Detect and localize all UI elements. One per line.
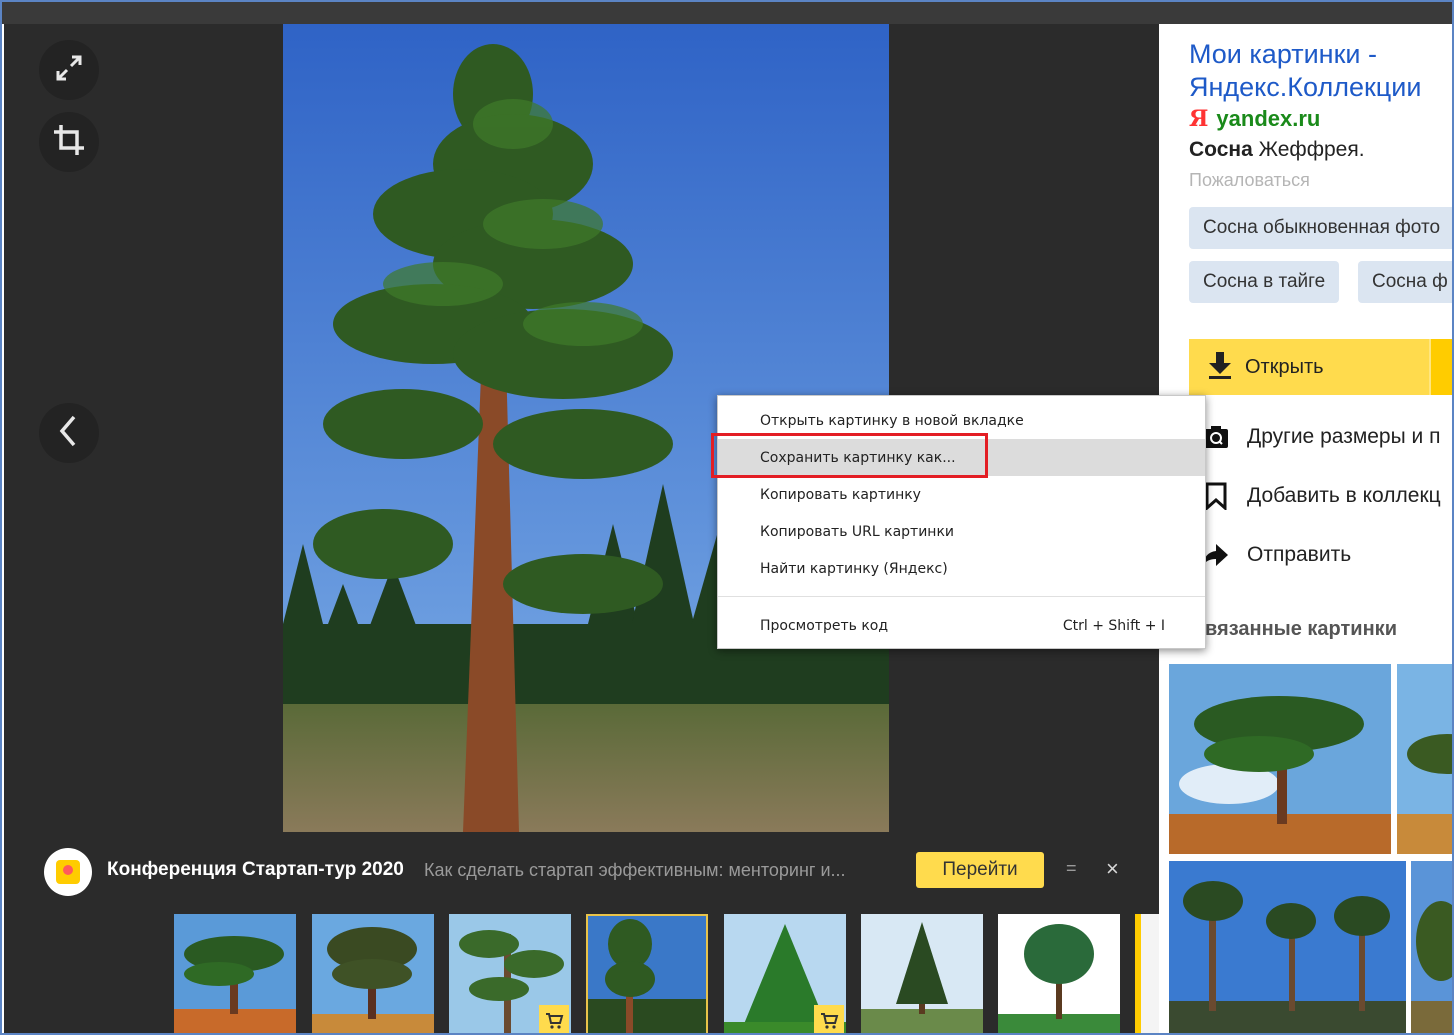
yandex-logo-icon: Я <box>1189 106 1209 132</box>
description-bold: Сосна <box>1189 138 1253 161</box>
crop-icon <box>51 122 87 163</box>
ctx-copy-image-url[interactable]: Копировать URL картинки <box>718 513 1205 550</box>
chevron-left-icon <box>54 413 84 454</box>
crop-button[interactable] <box>39 112 99 172</box>
related-image[interactable] <box>1169 664 1391 854</box>
related-image[interactable] <box>1397 664 1452 854</box>
add-to-collection-button[interactable]: Добавить в коллекц <box>1201 481 1441 511</box>
tag-chip[interactable]: Сосна ф <box>1358 261 1452 303</box>
complain-link[interactable]: Пожаловаться <box>1189 170 1310 191</box>
thumbnail-item[interactable] <box>174 914 296 1033</box>
thumbnail-item[interactable] <box>1135 914 1159 1033</box>
previous-image-button[interactable] <box>39 403 99 463</box>
action-label: Отправить <box>1247 543 1352 566</box>
ctx-open-in-new-tab[interactable]: Открыть картинку в новой вкладке <box>718 402 1205 439</box>
action-label: Добавить в коллекц <box>1247 484 1441 507</box>
ctx-inspect[interactable]: Просмотреть код Ctrl + Shift + I <box>718 607 1205 644</box>
ad-title[interactable]: Конференция Стартап-тур 2020 <box>107 859 404 881</box>
thumbnail-item[interactable] <box>724 914 846 1033</box>
tag-chip[interactable]: Сосна обыкновенная фото <box>1189 207 1452 249</box>
ctx-save-image-as[interactable]: Сохранить картинку как... <box>718 439 1205 476</box>
related-image[interactable] <box>1411 861 1452 1033</box>
description-rest: Жеффрея. <box>1252 138 1365 161</box>
ad-menu-icon[interactable]: = <box>1066 858 1077 879</box>
inspect-shortcut: Ctrl + Shift + I <box>1062 617 1165 634</box>
thumbnail-item[interactable] <box>449 914 571 1033</box>
open-image-button[interactable]: Открыть <box>1189 339 1429 395</box>
tag-chip[interactable]: Сосна в тайге <box>1189 261 1340 303</box>
ctx-search-image-yandex[interactable]: Найти картинку (Яндекс) <box>718 550 1205 587</box>
related-image[interactable] <box>1169 861 1406 1033</box>
thumbnail-item[interactable] <box>998 914 1120 1033</box>
context-menu: Открыть картинку в новой вкладке Сохрани… <box>717 395 1206 649</box>
share-button[interactable]: Отправить <box>1201 540 1351 570</box>
image-description: Сосна Жеффрея. <box>1189 138 1365 162</box>
close-icon[interactable]: × <box>1106 856 1119 882</box>
thumbnail-item[interactable] <box>861 914 983 1033</box>
menu-separator <box>718 596 1205 597</box>
domain-text: yandex.ru <box>1216 106 1321 131</box>
download-icon <box>1207 350 1233 385</box>
browser-frame: Конференция Стартап-тур 2020 Как сделать… <box>0 0 1454 1035</box>
ad-banner: Конференция Стартап-тур 2020 Как сделать… <box>4 842 1159 902</box>
fullscreen-button[interactable] <box>39 40 99 100</box>
expand-icon <box>52 51 86 90</box>
related-images-heading: вязанные картинки <box>1205 618 1397 640</box>
other-sizes-button[interactable]: Другие размеры и п <box>1201 422 1440 452</box>
thumbnail-strip <box>174 914 1159 1033</box>
open-options-button[interactable] <box>1429 339 1452 395</box>
shopping-cart-icon <box>814 1005 844 1033</box>
shopping-cart-icon <box>539 1005 569 1033</box>
thumbnail-item[interactable] <box>312 914 434 1033</box>
inspect-label: Просмотреть код <box>760 617 889 634</box>
top-strip <box>2 2 1452 24</box>
ad-go-button[interactable]: Перейти <box>916 852 1044 888</box>
thumbnail-item-selected[interactable] <box>586 914 708 1033</box>
source-domain-link[interactable]: Яyandex.ru <box>1189 106 1320 132</box>
open-button-label: Открыть <box>1245 355 1324 378</box>
ad-description[interactable]: Как сделать стартап эффективным: ментори… <box>424 860 846 881</box>
action-label: Другие размеры и п <box>1247 425 1441 448</box>
ctx-copy-image[interactable]: Копировать картинку <box>718 476 1205 513</box>
source-title-link[interactable]: Мои картинки - Яндекс.Коллекции <box>1189 38 1449 104</box>
ad-logo <box>44 848 92 896</box>
